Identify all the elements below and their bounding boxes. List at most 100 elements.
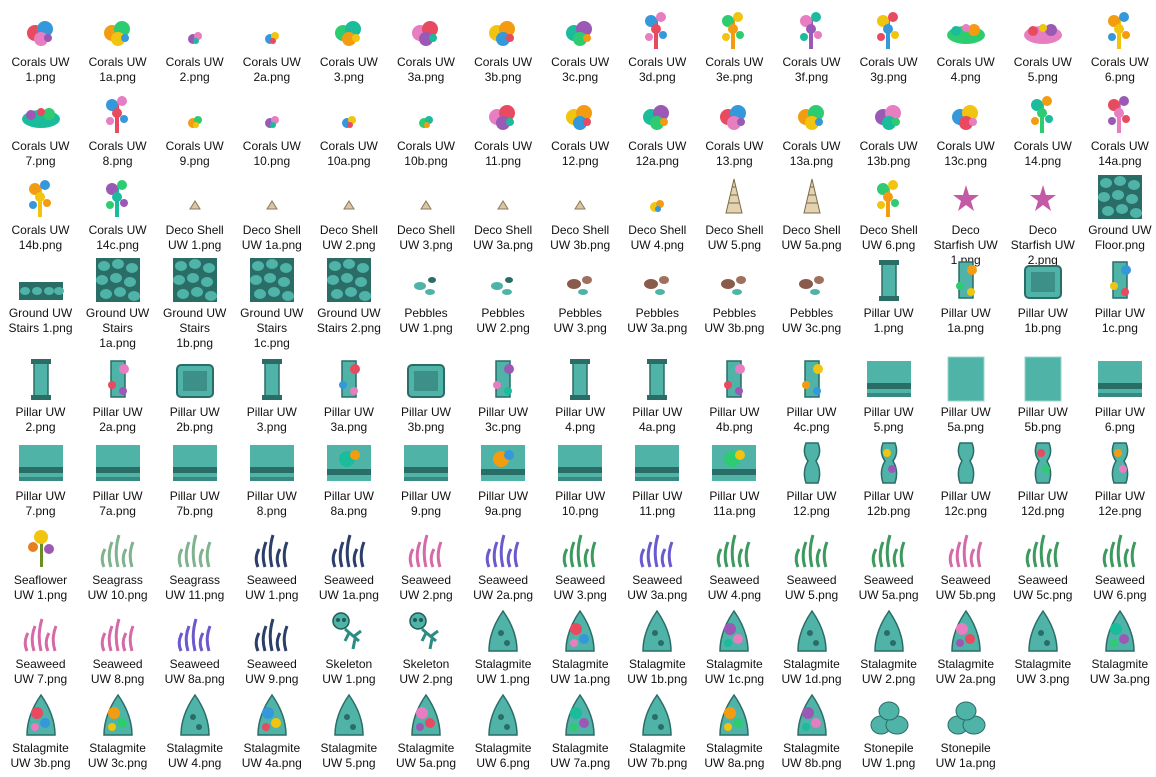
file-item[interactable]: Ground UW Stairs 1c.png [233, 256, 310, 351]
file-item[interactable]: Ground UW Stairs 1a.png [79, 256, 156, 351]
file-item[interactable]: Pillar UW 2b.png [156, 355, 233, 435]
file-item[interactable]: Pillar UW 9.png [388, 439, 465, 519]
file-item[interactable]: Corals UW 5.png [1004, 5, 1081, 85]
file-item[interactable]: Stalagmite UW 7b.png [619, 691, 696, 771]
file-item[interactable]: Seagrass UW 10.png [79, 523, 156, 603]
file-item[interactable]: Pillar UW 3c.png [465, 355, 542, 435]
file-item[interactable]: Ground UW Floor.png [1081, 173, 1156, 253]
file-item[interactable]: Corals UW 2.png [156, 5, 233, 85]
file-item[interactable]: Pillar UW 3a.png [310, 355, 387, 435]
file-item[interactable]: Seagrass UW 11.png [156, 523, 233, 603]
file-item[interactable]: Seaweed UW 3a.png [619, 523, 696, 603]
file-item[interactable]: Seaweed UW 4.png [696, 523, 773, 603]
file-item[interactable]: Seaweed UW 8a.png [156, 607, 233, 687]
file-item[interactable]: Deco Shell UW 3a.png [465, 173, 542, 253]
file-item[interactable]: Corals UW 3a.png [388, 5, 465, 85]
file-item[interactable]: Stalagmite UW 1a.png [542, 607, 619, 687]
file-item[interactable]: Corals UW 13.png [696, 89, 773, 169]
file-item[interactable]: Corals UW 2a.png [233, 5, 310, 85]
file-item[interactable]: Corals UW 3e.png [696, 5, 773, 85]
file-item[interactable]: Seaweed UW 5c.png [1004, 523, 1081, 603]
file-item[interactable]: Skeleton UW 2.png [388, 607, 465, 687]
file-item[interactable]: Corals UW 1.png [2, 5, 79, 85]
file-item[interactable]: Ground UW Stairs 1b.png [156, 256, 233, 351]
file-item[interactable]: Corals UW 3g.png [850, 5, 927, 85]
file-item[interactable]: Pillar UW 7b.png [156, 439, 233, 519]
file-item[interactable]: Pillar UW 12.png [773, 439, 850, 519]
file-item[interactable]: Pillar UW 5.png [850, 355, 927, 435]
file-item[interactable]: Pillar UW 1b.png [1004, 256, 1081, 336]
file-item[interactable]: Stalagmite UW 1b.png [619, 607, 696, 687]
file-item[interactable]: Deco Shell UW 1.png [156, 173, 233, 253]
file-item[interactable]: Seaweed UW 5b.png [927, 523, 1004, 603]
file-item[interactable]: Stalagmite UW 4.png [156, 691, 233, 771]
file-item[interactable]: Corals UW 10b.png [388, 89, 465, 169]
file-item[interactable]: Pillar UW 7a.png [79, 439, 156, 519]
file-item[interactable]: Pebbles UW 2.png [465, 256, 542, 336]
file-item[interactable]: Seaweed UW 6.png [1081, 523, 1156, 603]
file-item[interactable]: Pillar UW 9a.png [465, 439, 542, 519]
file-item[interactable]: Seaweed UW 8.png [79, 607, 156, 687]
file-item[interactable]: Corals UW 7.png [2, 89, 79, 169]
file-item[interactable]: Corals UW 3b.png [465, 5, 542, 85]
file-item[interactable]: Corals UW 12.png [542, 89, 619, 169]
file-item[interactable]: Stalagmite UW 1.png [465, 607, 542, 687]
file-item[interactable]: Stalagmite UW 5.png [310, 691, 387, 771]
file-item[interactable]: Stalagmite UW 8b.png [773, 691, 850, 771]
file-item[interactable]: Stalagmite UW 5a.png [388, 691, 465, 771]
file-item[interactable]: Pillar UW 3.png [233, 355, 310, 435]
file-item[interactable]: Seaweed UW 5a.png [850, 523, 927, 603]
file-item[interactable]: Corals UW 14b.png [2, 173, 79, 253]
file-item[interactable]: Corals UW 12a.png [619, 89, 696, 169]
file-item[interactable]: Stalagmite UW 4a.png [233, 691, 310, 771]
file-item[interactable]: Pillar UW 4a.png [619, 355, 696, 435]
file-item[interactable]: Pebbles UW 3b.png [696, 256, 773, 336]
file-item[interactable]: Corals UW 3c.png [542, 5, 619, 85]
file-item[interactable]: Seaweed UW 1.png [233, 523, 310, 603]
file-item[interactable]: Corals UW 6.png [1081, 5, 1156, 85]
file-item[interactable]: Pillar UW 7.png [2, 439, 79, 519]
file-item[interactable]: Skeleton UW 1.png [310, 607, 387, 687]
file-item[interactable]: Stonepile UW 1a.png [927, 691, 1004, 771]
file-item[interactable]: Pillar UW 2a.png [79, 355, 156, 435]
file-item[interactable]: Deco Shell UW 3.png [388, 173, 465, 253]
file-item[interactable]: Corals UW 13a.png [773, 89, 850, 169]
file-item[interactable]: Pillar UW 8a.png [310, 439, 387, 519]
file-item[interactable]: Pillar UW 10.png [542, 439, 619, 519]
file-item[interactable]: Pebbles UW 1.png [388, 256, 465, 336]
file-item[interactable]: Stalagmite UW 1d.png [773, 607, 850, 687]
file-item[interactable]: Corals UW 13c.png [927, 89, 1004, 169]
file-item[interactable]: Stalagmite UW 6.png [465, 691, 542, 771]
file-item[interactable]: Seaweed UW 2.png [388, 523, 465, 603]
file-item[interactable]: Corals UW 8.png [79, 89, 156, 169]
file-item[interactable]: Stalagmite UW 8a.png [696, 691, 773, 771]
file-item[interactable]: Stalagmite UW 3c.png [79, 691, 156, 771]
file-item[interactable]: Corals UW 3.png [310, 5, 387, 85]
file-item[interactable]: Corals UW 3d.png [619, 5, 696, 85]
file-item[interactable]: Pillar UW 3b.png [388, 355, 465, 435]
file-item[interactable]: Pillar UW 1.png [850, 256, 927, 336]
file-item[interactable]: Seaweed UW 9.png [233, 607, 310, 687]
file-item[interactable]: Pillar UW 6.png [1081, 355, 1156, 435]
file-item[interactable]: Seaweed UW 7.png [2, 607, 79, 687]
file-item[interactable]: Corals UW 9.png [156, 89, 233, 169]
file-item[interactable]: Pillar UW 2.png [2, 355, 79, 435]
file-item[interactable]: Pillar UW 11a.png [696, 439, 773, 519]
file-item[interactable]: Deco Shell UW 2.png [310, 173, 387, 253]
file-item[interactable]: Stalagmite UW 2.png [850, 607, 927, 687]
file-item[interactable]: Pillar UW 1c.png [1081, 256, 1156, 336]
file-item[interactable]: Pillar UW 5b.png [1004, 355, 1081, 435]
file-item[interactable]: Pebbles UW 3a.png [619, 256, 696, 336]
file-item[interactable]: Corals UW 1a.png [79, 5, 156, 85]
file-item[interactable]: Seaweed UW 3.png [542, 523, 619, 603]
file-item[interactable]: Corals UW 14c.png [79, 173, 156, 253]
file-item[interactable]: Pillar UW 12e.png [1081, 439, 1156, 519]
file-item[interactable]: Deco Shell UW 4.png [619, 173, 696, 253]
file-item[interactable]: Seaweed UW 2a.png [465, 523, 542, 603]
file-item[interactable]: Corals UW 10.png [233, 89, 310, 169]
file-item[interactable]: Pillar UW 4c.png [773, 355, 850, 435]
file-item[interactable]: Corals UW 10a.png [310, 89, 387, 169]
file-item[interactable]: Pillar UW 4.png [542, 355, 619, 435]
file-item[interactable]: Stalagmite UW 3a.png [1081, 607, 1156, 687]
file-item[interactable]: Seaweed UW 5.png [773, 523, 850, 603]
